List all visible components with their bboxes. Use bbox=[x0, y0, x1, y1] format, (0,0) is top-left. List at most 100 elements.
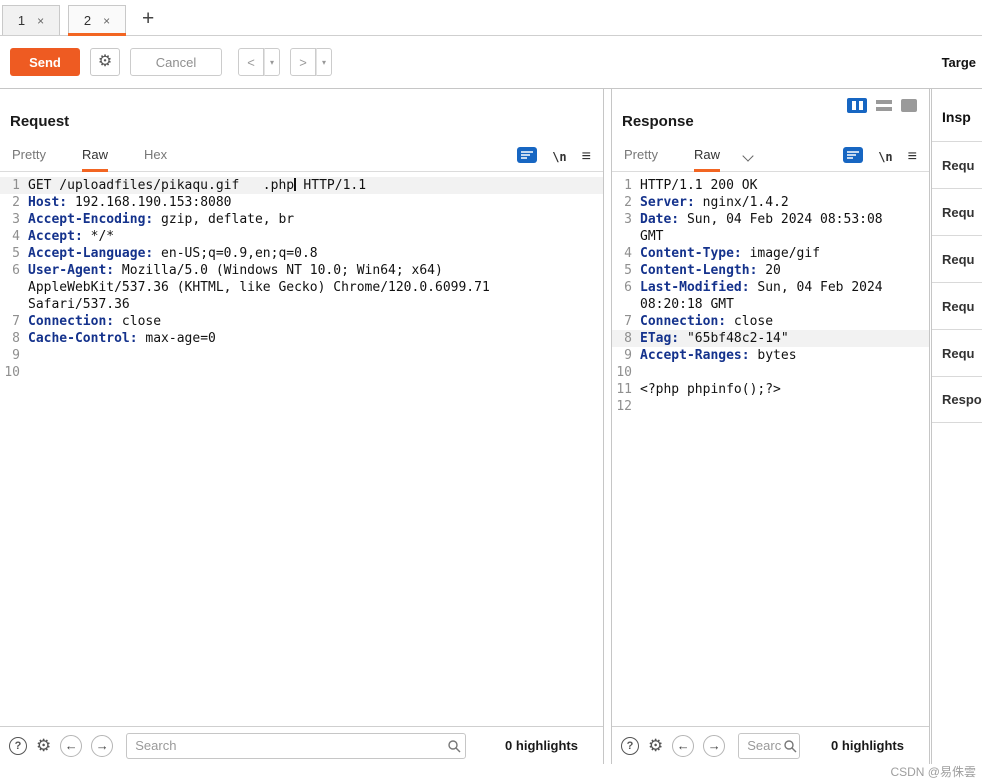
back-history-dropdown[interactable]: ▾ bbox=[264, 48, 280, 76]
line-text: Accept-Language: en-US;q=0.9,en;q=0.8 bbox=[28, 246, 318, 261]
line-text: Accept-Ranges: bytes bbox=[640, 348, 797, 363]
code-line[interactable]: 8 Cache-Control: max-age=0 bbox=[0, 330, 603, 347]
code-line[interactable]: 9 Accept-Ranges: bytes bbox=[612, 347, 929, 364]
code-line[interactable]: 4 Accept: */* bbox=[0, 228, 603, 245]
code-line[interactable]: 2 Server: nginx/1.4.2 bbox=[612, 194, 929, 211]
layout-columns-button[interactable] bbox=[847, 98, 867, 113]
inspector-panel: Insp Requ Requ Requ Requ Requ Respo bbox=[931, 89, 982, 764]
send-button[interactable]: Send bbox=[10, 48, 80, 76]
forward-button[interactable]: > bbox=[290, 48, 316, 76]
line-text: Last-Modified: Sun, 04 Feb 2024 08:20:18… bbox=[640, 280, 891, 312]
request-panel: Request Pretty Raw Hex \n ≡ 1 GET /upload… bbox=[0, 89, 604, 764]
chevron-down-icon[interactable] bbox=[742, 151, 754, 163]
search-settings-icon[interactable]: ⚙ bbox=[36, 737, 51, 754]
line-number: 6 bbox=[624, 280, 632, 295]
code-line[interactable]: 5 Accept-Language: en-US;q=0.9,en;q=0.8 bbox=[0, 245, 603, 262]
inspector-section[interactable]: Respo bbox=[932, 376, 982, 423]
send-settings-button[interactable]: ⚙ bbox=[90, 48, 120, 76]
line-text: Cache-Control: max-age=0 bbox=[28, 331, 216, 346]
line-number: 8 bbox=[12, 331, 20, 346]
line-number: 10 bbox=[616, 365, 632, 380]
request-editor[interactable]: 1 GET /uploadfiles/pikaqu.gif .php HTTP/1… bbox=[0, 172, 603, 726]
word-wrap-icon[interactable] bbox=[517, 147, 538, 166]
search-settings-icon[interactable]: ⚙ bbox=[648, 737, 663, 754]
inspector-title: Insp bbox=[942, 109, 971, 125]
search-input[interactable] bbox=[126, 732, 467, 759]
code-line[interactable]: 9 bbox=[0, 347, 603, 364]
forward-history-dropdown[interactable]: ▾ bbox=[316, 48, 332, 76]
code-line[interactable]: 11 <?php phpinfo();?> bbox=[612, 381, 929, 398]
main-split-area: Request Pretty Raw Hex \n ≡ 1 GET /upload… bbox=[0, 89, 982, 764]
line-number: 9 bbox=[624, 348, 632, 363]
inspector-section[interactable]: Requ bbox=[932, 141, 982, 188]
previous-match-button[interactable]: ← bbox=[60, 734, 83, 757]
code-line[interactable]: 12 bbox=[612, 398, 929, 415]
show-newlines-icon[interactable]: \n bbox=[552, 150, 566, 164]
search-input[interactable] bbox=[738, 732, 801, 759]
line-number: 3 bbox=[12, 212, 20, 227]
line-number: 11 bbox=[616, 382, 632, 397]
close-icon[interactable]: × bbox=[37, 14, 44, 28]
code-line[interactable]: 1 HTTP/1.1 200 OK bbox=[612, 177, 929, 194]
layout-rows-button[interactable] bbox=[875, 98, 893, 113]
inspector-section[interactable]: Requ bbox=[932, 235, 982, 282]
previous-match-button[interactable]: ← bbox=[672, 734, 695, 757]
line-text bbox=[640, 364, 911, 381]
inspector-section[interactable]: Requ bbox=[932, 188, 982, 235]
request-search-bar: ? ⚙ ← → 0 highlights bbox=[0, 726, 603, 764]
request-tab-pretty[interactable]: Pretty bbox=[12, 142, 46, 172]
close-icon[interactable]: × bbox=[103, 14, 110, 28]
response-editor-icons: \n ≡ bbox=[843, 147, 917, 166]
help-icon[interactable]: ? bbox=[9, 736, 27, 755]
repeater-tab-2[interactable]: 2 × bbox=[68, 5, 126, 36]
new-tab-button[interactable]: + bbox=[142, 8, 154, 29]
repeater-tab-1[interactable]: 1 × bbox=[2, 5, 60, 35]
show-newlines-icon[interactable]: \n bbox=[878, 150, 892, 164]
code-line[interactable]: 10 bbox=[612, 364, 929, 381]
code-line[interactable]: 6 User-Agent: Mozilla/5.0 (Windows NT 10.… bbox=[0, 262, 603, 313]
response-tab-raw[interactable]: Raw bbox=[693, 142, 720, 172]
code-line[interactable]: 7 Connection: close bbox=[0, 313, 603, 330]
line-number: 2 bbox=[624, 195, 632, 210]
highlights-count: 0 highlights bbox=[505, 738, 578, 753]
editor-menu-icon[interactable]: ≡ bbox=[582, 148, 591, 166]
code-line[interactable]: 3 Date: Sun, 04 Feb 2024 08:53:08 GMT bbox=[612, 211, 929, 245]
line-number: 5 bbox=[12, 246, 20, 261]
target-label: Targe bbox=[941, 54, 976, 70]
response-editor[interactable]: 1 HTTP/1.1 200 OK 2 Server: nginx/1.4.2 3 Dat… bbox=[612, 172, 929, 726]
line-number: 1 bbox=[624, 178, 632, 193]
code-line[interactable]: 7 Connection: close bbox=[612, 313, 929, 330]
line-text: User-Agent: Mozilla/5.0 (Windows NT 10.0… bbox=[28, 263, 498, 312]
line-text bbox=[28, 364, 573, 381]
word-wrap-icon[interactable] bbox=[843, 147, 864, 166]
repeater-tab-bar: 1 × 2 × + bbox=[0, 0, 982, 36]
code-line[interactable]: 4 Content-Type: image/gif bbox=[612, 245, 929, 262]
code-line[interactable]: 2 Host: 192.168.190.153:8080 bbox=[0, 194, 603, 211]
request-response-splitter[interactable] bbox=[604, 89, 611, 764]
line-number: 1 bbox=[12, 178, 20, 193]
response-tab-pretty[interactable]: Pretty bbox=[624, 142, 658, 172]
inspector-section[interactable]: Requ bbox=[932, 282, 982, 329]
next-match-button[interactable]: → bbox=[91, 734, 114, 757]
code-line[interactable]: 1 GET /uploadfiles/pikaqu.gif .php HTTP/1… bbox=[0, 177, 603, 194]
line-text: Content-Length: 20 bbox=[640, 263, 781, 278]
line-text: Server: nginx/1.4.2 bbox=[640, 195, 789, 210]
request-tab-raw[interactable]: Raw bbox=[81, 142, 108, 172]
inspector-section[interactable]: Requ bbox=[932, 329, 982, 376]
code-line[interactable]: 6 Last-Modified: Sun, 04 Feb 2024 08:20:1… bbox=[612, 279, 929, 313]
back-button[interactable]: < bbox=[238, 48, 264, 76]
next-match-button[interactable]: → bbox=[703, 734, 726, 757]
line-text: Accept-Encoding: gzip, deflate, br bbox=[28, 212, 295, 227]
request-tab-hex[interactable]: Hex bbox=[144, 142, 167, 172]
code-line[interactable]: 8 ETag: "65bf48c2-14" bbox=[612, 330, 929, 347]
editor-menu-icon[interactable]: ≡ bbox=[908, 148, 917, 166]
line-text: Connection: close bbox=[28, 314, 162, 329]
code-line[interactable]: 3 Accept-Encoding: gzip, deflate, br bbox=[0, 211, 603, 228]
line-number: 4 bbox=[12, 229, 20, 244]
code-line[interactable]: 5 Content-Length: 20 bbox=[612, 262, 929, 279]
layout-single-button[interactable] bbox=[901, 99, 917, 112]
request-editor-icons: \n ≡ bbox=[517, 147, 591, 166]
cancel-button[interactable]: Cancel bbox=[130, 48, 222, 76]
code-line[interactable]: 10 bbox=[0, 364, 603, 381]
help-icon[interactable]: ? bbox=[621, 736, 639, 755]
